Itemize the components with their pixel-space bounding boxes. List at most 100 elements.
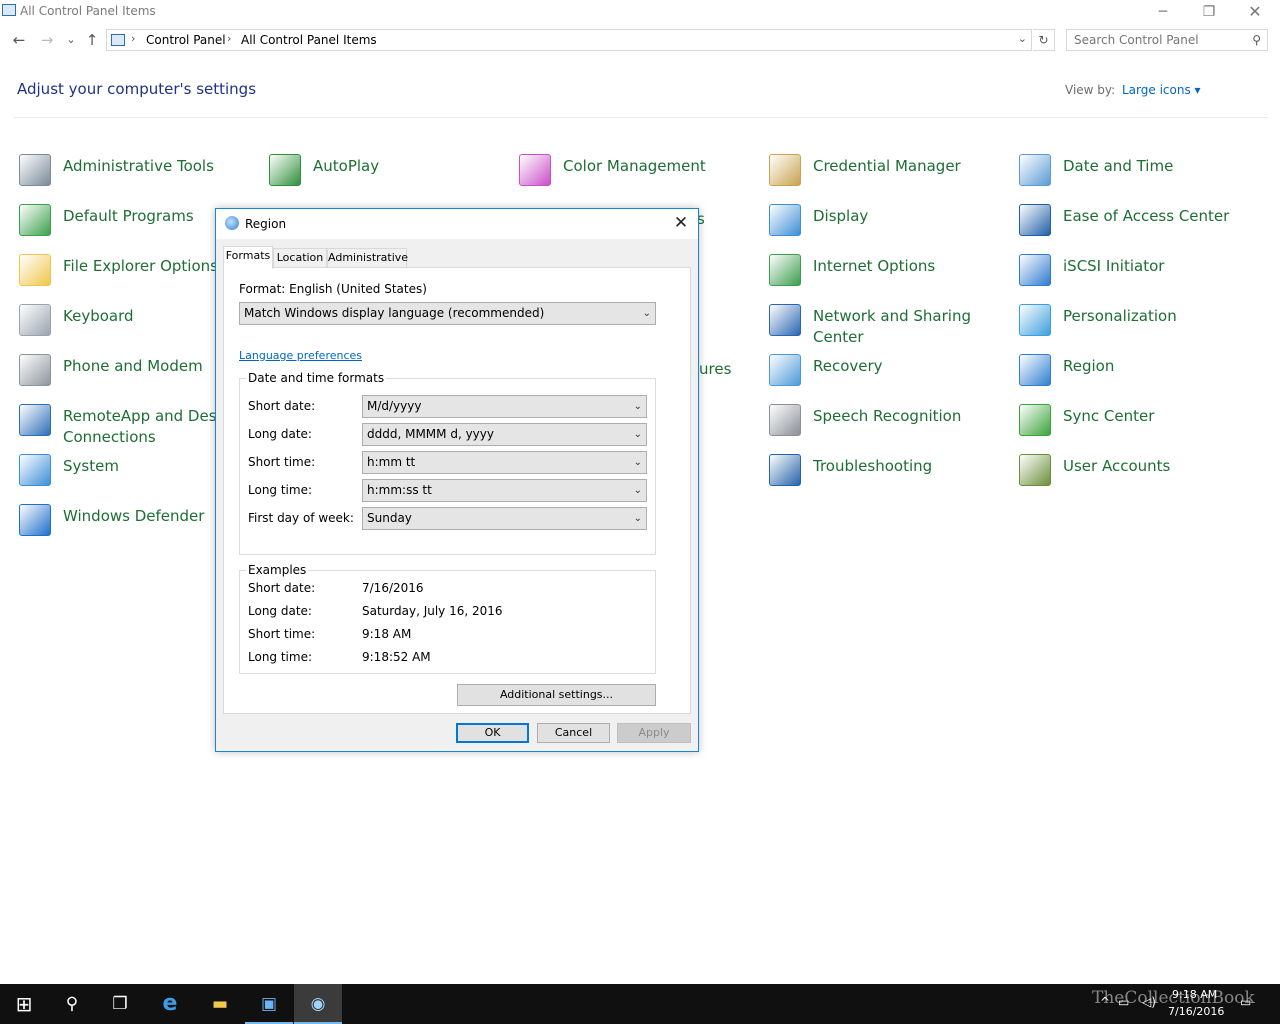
apply-button[interactable]: Apply — [617, 723, 691, 743]
tab-administrative[interactable]: Administrative — [327, 248, 408, 268]
cp-item-user-accounts[interactable]: User Accounts — [1019, 450, 1259, 494]
region-icon — [1019, 354, 1051, 386]
cp-item-label: Display — [813, 207, 869, 225]
format-field-label: Long time: — [248, 483, 313, 497]
cancel-button[interactable]: Cancel — [537, 723, 610, 743]
cp-item-color-management[interactable]: Color Management — [519, 150, 759, 194]
cp-item-iscsi[interactable]: iSCSI Initiator — [1019, 250, 1259, 294]
cp-item-recovery[interactable]: Recovery — [769, 350, 1009, 394]
date-time-formats-group: Date and time formats Short date: M/d/yyy… — [239, 371, 656, 555]
cp-item-display[interactable]: Display — [769, 200, 1009, 244]
file-explorer-icon[interactable]: ▬ — [196, 984, 244, 1024]
cp-item-label: Color Management — [563, 157, 706, 175]
cp-item-credential-manager[interactable]: Credential Manager — [769, 150, 1009, 194]
cp-item-label: iSCSI Initiator — [1063, 257, 1165, 275]
chevron-down-icon: ⌄ — [633, 429, 642, 440]
cp-item-label: Internet Options — [813, 257, 936, 275]
personalization-icon — [1019, 304, 1051, 336]
system-icon — [19, 454, 51, 486]
color-management-icon — [519, 154, 551, 186]
dialog-close-button[interactable]: ✕ — [670, 213, 692, 235]
iscsi-icon — [1019, 254, 1051, 286]
example-label: Long time: — [248, 650, 313, 664]
cp-item-personalization[interactable]: Personalization — [1019, 300, 1259, 344]
admin-tools-icon — [19, 154, 51, 186]
search-icon[interactable]: ⚲ — [48, 984, 96, 1024]
breadcrumb-all-items[interactable]: All Control Panel Items — [241, 33, 377, 47]
format-field-value: M/d/yyyy — [367, 399, 422, 413]
back-arrow-icon[interactable]: ← — [9, 30, 29, 50]
tab-location[interactable]: Location — [273, 248, 327, 268]
phone-modem-icon — [19, 354, 51, 386]
cp-item-sync-center[interactable]: Sync Center — [1019, 400, 1259, 444]
format-field-select[interactable]: h:mm:ss tt ⌄ — [362, 479, 647, 502]
cp-item-label: Administrative Tools — [63, 157, 214, 175]
region-taskbar-icon[interactable]: ◉ — [294, 984, 342, 1024]
start-icon[interactable]: ⊞ — [0, 984, 48, 1024]
control-panel-taskbar-icon[interactable]: ▣ — [245, 984, 293, 1024]
example-value: 9:18 AM — [362, 627, 412, 641]
up-arrow-icon[interactable]: ↑ — [82, 30, 102, 50]
example-value: Saturday, July 16, 2016 — [362, 604, 503, 618]
control-panel-icon — [2, 4, 16, 16]
dialog-title: Region — [245, 217, 287, 231]
cp-item-autoplay[interactable]: AutoPlay — [269, 150, 509, 194]
close-button[interactable]: ✕ — [1232, 0, 1278, 26]
cp-item-region[interactable]: Region — [1019, 350, 1259, 394]
view-by-dropdown[interactable]: Large icons ▾ — [1122, 83, 1201, 97]
task-view-icon[interactable]: ❐ — [96, 984, 144, 1024]
search-box[interactable]: ⚲ — [1066, 29, 1268, 51]
credential-manager-icon — [769, 154, 801, 186]
autoplay-icon — [269, 154, 301, 186]
address-dropdown-icon[interactable]: ⌄ — [1018, 32, 1027, 45]
cp-item-label: Troubleshooting — [813, 457, 933, 475]
format-field-select[interactable]: Sunday ⌄ — [362, 507, 647, 530]
minimize-button[interactable]: ─ — [1140, 0, 1186, 26]
format-field-select[interactable]: dddd, MMMM d, yyyy ⌄ — [362, 423, 647, 446]
restore-button[interactable]: ❐ — [1186, 0, 1232, 26]
search-icon[interactable]: ⚲ — [1252, 33, 1261, 47]
format-field-select[interactable]: h:mm tt ⌄ — [362, 451, 647, 474]
format-field-label: Short date: — [248, 399, 316, 413]
sync-center-icon — [1019, 404, 1051, 436]
windows-defender-icon — [19, 504, 51, 536]
forward-arrow-icon[interactable]: → — [37, 30, 57, 50]
breadcrumb-separator-icon[interactable]: › — [227, 32, 231, 45]
cp-item-troubleshooting[interactable]: Troubleshooting — [769, 450, 1009, 494]
dialog-title-bar: Region ✕ — [216, 209, 698, 239]
cp-item-internet-options[interactable]: Internet Options — [769, 250, 1009, 294]
remoteapp-icon — [19, 404, 51, 436]
breadcrumb-control-panel[interactable]: Control Panel — [146, 33, 226, 47]
search-input[interactable] — [1074, 31, 1244, 49]
file-explorer-icon — [19, 254, 51, 286]
chevron-down-icon: ⌄ — [633, 401, 642, 412]
ok-button[interactable]: OK — [456, 723, 529, 743]
tab-formats[interactable]: Formats — [223, 246, 273, 269]
cp-item-admin-tools[interactable]: Administrative Tools — [19, 150, 259, 194]
example-value: 7/16/2016 — [362, 581, 424, 595]
display-icon — [769, 204, 801, 236]
cp-item-network-sharing[interactable]: Network and Sharing Center — [769, 300, 1009, 346]
format-field-label: Long date: — [248, 427, 312, 441]
address-bar[interactable]: › Control Panel › All Control Panel Item… — [106, 29, 1032, 51]
cp-item-date-time[interactable]: Date and Time — [1019, 150, 1259, 194]
language-preferences-link[interactable]: Language preferences — [239, 349, 362, 362]
keyboard-icon — [19, 304, 51, 336]
example-label: Long date: — [248, 604, 312, 618]
examples-group: Examples Short date: 7/16/2016 Long date: S… — [239, 563, 656, 674]
format-field-select[interactable]: M/d/yyyy ⌄ — [362, 395, 647, 418]
recent-locations-chevron-icon[interactable]: ⌄ — [61, 30, 81, 50]
cp-item-speech-recognition[interactable]: Speech Recognition — [769, 400, 1009, 444]
cp-item-label: AutoPlay — [313, 157, 380, 175]
cp-item-ease-of-access[interactable]: Ease of Access Center — [1019, 200, 1259, 244]
date-time-icon — [1019, 154, 1051, 186]
format-field-value: dddd, MMMM d, yyyy — [367, 427, 494, 441]
obscured-item-fragment[interactable]: ures — [699, 360, 731, 378]
control-panel-icon — [111, 34, 125, 46]
refresh-button[interactable]: ↻ — [1033, 29, 1055, 51]
breadcrumb-separator-icon[interactable]: › — [131, 32, 135, 45]
additional-settings-button[interactable]: Additional settings... — [457, 684, 656, 706]
format-select[interactable]: Match Windows display language (recommen… — [239, 302, 656, 325]
taskbar: ⊞ ⚲ ❐ e ▬ ▣ ◉ ^ ▭ ◁) 9:18 AM 7/16/2016 ▭ — [0, 984, 1280, 1024]
internet-explorer-icon[interactable]: e — [146, 984, 194, 1024]
